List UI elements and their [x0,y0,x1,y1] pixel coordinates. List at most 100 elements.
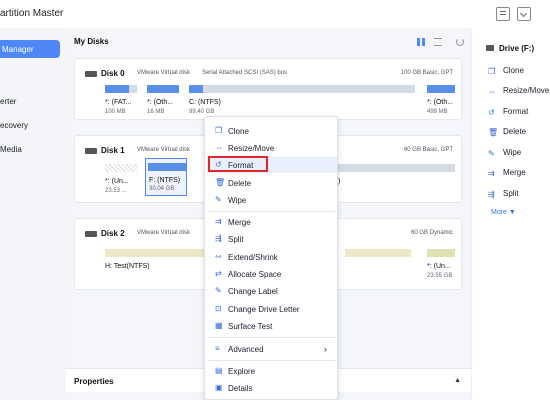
menu-item-label: Change Label [228,287,278,296]
partition-bar [427,85,455,93]
disk-type: VMware Virtual disk [137,147,190,153]
rp-item-label: Format [503,107,529,116]
menu-item-clone[interactable]: ❐ Clone [207,123,337,139]
refresh-icon[interactable] [456,38,464,46]
menu-item-split[interactable]: ⇶ Split [207,231,337,247]
allocate-icon: ⇄ [215,269,222,278]
rp-wipe-button[interactable]: ✎ Wipe [488,148,521,158]
partition-size: 499 MB [427,109,448,115]
partition-label: *: (Un... [105,178,129,185]
menu-item-wipe[interactable]: ✎ Wipe [207,192,337,208]
menu-item-label: Advanced [228,345,264,354]
menu-item-merge[interactable]: ⇉ Merge [207,214,337,230]
disk-name: Disk 1 [101,146,125,155]
split-icon: ⇶ [215,234,222,243]
disk-type: VMware Virtual disk [137,70,190,76]
partition-bar [147,85,179,93]
drive-icon [486,45,494,51]
format-highlight-box [208,156,268,172]
partition-bar [148,163,186,171]
menu-item-surface-test[interactable]: ▦ Surface Test [207,318,337,334]
clone-icon: ❐ [215,126,223,135]
menu-item-label: Merge [228,218,251,227]
partition-bar-free [129,85,137,93]
sidebar-item-label: Manager [2,45,34,54]
partition-label: *: (FAT... [105,99,132,106]
chevron-right-icon: › [324,344,327,354]
drive-letter-icon: ⊡ [215,304,222,313]
rp-split-button[interactable]: ⇶ Split [488,189,519,199]
disk-icon [85,231,97,237]
menu-item-advanced[interactable]: ≡ Advanced › [207,341,337,357]
split-icon: ⇶ [488,190,495,199]
partition-bar [427,249,455,257]
menu-item-allocate-space[interactable]: ⇄ Allocate Space [207,266,337,282]
menu-item-details[interactable]: ▣ Details [207,380,337,396]
page-title: My Disks [74,37,109,46]
wipe-icon: ✎ [488,149,495,158]
menu-item-label: Extend/Shrink [228,253,278,262]
format-icon: ↺ [488,108,495,117]
rp-delete-button[interactable]: 🗑 Delete [488,127,526,137]
menu-item-label: Resize/Move [228,144,275,153]
title-bar: artition Master [0,0,550,28]
feedback-icon[interactable] [496,7,510,21]
grid-view-icon[interactable] [417,38,425,46]
menu-item-change-label[interactable]: ✎ Change Label [207,283,337,299]
disk-name: Disk 2 [101,229,125,238]
menu-item-label: Allocate Space [228,270,282,279]
rp-clone-button[interactable]: ❐ Clone [488,66,524,76]
menu-item-label: Explore [228,367,256,376]
menu-item-label: Surface Test [228,322,273,331]
merge-icon: ⇉ [215,217,222,226]
partition-label: F: (NTFS) [149,177,181,184]
properties-title: Properties [74,377,114,386]
delete-icon: 🗑 [488,128,499,137]
menu-divider [209,337,335,338]
rp-format-button[interactable]: ↺ Format [488,107,528,117]
more-button[interactable]: More ▼ [491,209,516,216]
app-title: artition Master [0,8,64,19]
disk-icon [85,71,97,77]
menu-item-label: Wipe [228,196,247,205]
partition-label: *: (Oth... [427,99,454,106]
menu-item-delete[interactable]: 🗑 Delete [207,175,337,191]
menu-item-resize-move[interactable]: ⇔ Resize/Move [207,140,337,156]
menu-item-change-drive-letter[interactable]: ⊡ Change Drive Letter [207,301,337,317]
sidebar-item-partition-manager[interactable]: Manager [0,40,60,58]
rp-resize-button[interactable]: ⇔ Resize/Move [488,86,549,96]
sidebar-item-recovery[interactable]: ecovery [0,116,60,134]
disk-card-0[interactable]: Disk 0 VMware Virtual disk Serial Attach… [74,58,462,120]
partition-size: 100 MB [105,109,126,115]
menu-item-extend-shrink[interactable]: ⇿ Extend/Shrink [207,249,337,265]
rp-item-label: Merge [503,168,526,177]
details-icon: ▣ [215,383,223,392]
delete-icon: 🗑 [215,178,226,187]
sidebar-item-label: Media [0,145,22,154]
partition-bar [345,249,411,257]
resize-icon: ⇔ [488,87,496,96]
menu-divider [209,360,335,361]
merge-icon: ⇉ [488,169,495,178]
menu-item-explore[interactable]: ▤ Explore [207,363,337,379]
sidebar-item-converter[interactable]: erter [0,92,60,110]
menu-item-label: Details [228,384,253,393]
disk-meta: 100 GB Basic, GPT [400,70,453,76]
list-view-icon[interactable] [434,38,442,46]
disk-meta: 60 GB Basic, GPT [403,147,453,153]
partition-bar-free [338,164,455,172]
rp-item-label: Delete [503,127,527,136]
disk-bus: Serial Attached SCSI (SAS) bus [202,70,288,76]
partition-bar [189,85,203,93]
partition-selected[interactable]: F: (NTFS) 30.04 GB [145,158,187,196]
partition-bar [105,164,137,172]
window-menu-icon[interactable] [517,7,531,21]
selected-drive-label: Drive (F:) [499,44,535,53]
rp-merge-button[interactable]: ⇉ Merge [488,168,526,178]
operations-panel: Drive (F:) ❐ Clone ⇔ Resize/Move ↺ Format 🗑… [471,28,550,400]
partition-size: 99.40 GB [189,109,215,115]
sidebar-item-media[interactable]: Media [0,140,60,158]
partition-label: H: Test(NTFS) [105,263,150,270]
collapse-caret-icon[interactable]: ▲ [454,377,461,384]
menu-item-label: Split [228,235,244,244]
